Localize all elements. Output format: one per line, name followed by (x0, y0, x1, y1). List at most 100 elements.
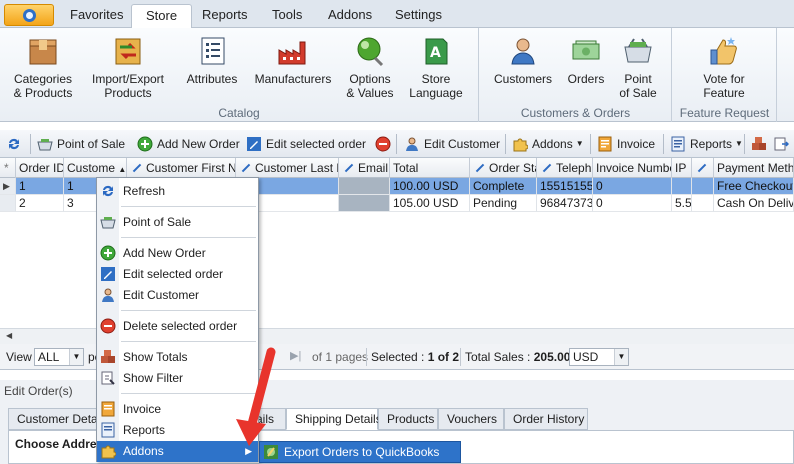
column-telephone[interactable]: Teleph (537, 158, 593, 178)
column-total[interactable]: Total (390, 158, 470, 178)
attributes-list-icon (201, 37, 225, 65)
invoice-toolbar-button[interactable]: Invoice (597, 134, 655, 154)
point-of-sale-toolbar-button[interactable]: Point of Sale (37, 134, 125, 154)
orders-label: Orders (567, 72, 605, 86)
menu-item-point-of-sale[interactable]: Point of Sale (97, 212, 258, 233)
menu-item-label: Show Totals (123, 350, 188, 364)
choose-address-label: Choose Addres (15, 437, 104, 451)
vote-for-feature-label: Vote for Feature (703, 72, 745, 100)
reports-toolbar-dropdown[interactable]: Reports ▼ (670, 134, 743, 154)
menu-item-reports[interactable]: Reports (97, 420, 258, 441)
view-select-value: ALL (38, 350, 60, 364)
grid-header: * Order ID Custome ▲ Customer First Na C… (0, 158, 794, 178)
menu-item-edit-customer[interactable]: Edit Customer (97, 285, 258, 306)
column-invoice-number[interactable]: Invoice Number (593, 158, 672, 178)
column-order-status[interactable]: Order Sta (470, 158, 537, 178)
menu-item-invoice[interactable]: Invoice (97, 399, 258, 420)
basket-icon (37, 139, 53, 151)
column-customer-id[interactable]: Custome ▲ (64, 158, 127, 178)
attributes-button[interactable]: Attributes (180, 34, 244, 86)
submenu-arrow-icon: ▶ (245, 446, 252, 456)
delete-icon (375, 136, 391, 152)
feature-request-group-label: Feature Request (679, 106, 770, 120)
menu-item-show-totals[interactable]: Show Totals (97, 347, 258, 368)
store-language-button[interactable]: A Store Language (404, 34, 468, 100)
categories-products-button[interactable]: Categories & Products (8, 34, 78, 100)
currency-select[interactable]: USD ▼ (569, 348, 629, 366)
import-export-products-button[interactable]: Import/Export Products (84, 34, 172, 100)
app-menu-button[interactable] (4, 4, 54, 26)
column-customer-first-name[interactable]: Customer First Na (127, 158, 236, 178)
tab-vouchers[interactable]: Vouchers (438, 408, 504, 430)
export-icon (774, 137, 789, 151)
menu-item-refresh[interactable]: Refresh (97, 181, 258, 202)
tab-order-history[interactable]: Order History (504, 408, 588, 430)
chevron-down-icon: ▼ (735, 139, 743, 148)
column-order-id[interactable]: Order ID (16, 158, 64, 178)
store-language-label: Store Language (409, 72, 463, 100)
tab-customer-details[interactable]: Customer Detail (8, 408, 103, 430)
menu-item-add-new-order[interactable]: Add New Order (97, 243, 258, 264)
menu-item-edit-selected-order[interactable]: Edit selected order (97, 264, 258, 285)
edit-customer-toolbar-button[interactable]: Edit Customer (404, 134, 500, 154)
menu-separator (121, 237, 256, 238)
edit-selected-order-toolbar-button[interactable]: Edit selected order (246, 134, 366, 154)
cell-invoice-number: 0 (593, 178, 672, 195)
add-new-order-toolbar-button[interactable]: Add New Order (137, 134, 240, 154)
boxes-toolbar-button[interactable] (751, 134, 771, 154)
green-orb-icon (357, 37, 384, 67)
addons-toolbar-dropdown[interactable]: Addons ▼ (512, 134, 584, 154)
view-select[interactable]: ALL ▼ (34, 348, 84, 366)
cell-total: 100.00 USD (390, 178, 470, 195)
vote-for-feature-button[interactable]: Vote for Feature (689, 34, 759, 100)
invoice-icon (598, 136, 612, 152)
menu-item-show-filter[interactable]: Show Filter (97, 368, 258, 389)
cell-order-status: Complete (470, 178, 537, 195)
manufacturers-label: Manufacturers (254, 72, 332, 86)
delete-toolbar-button[interactable] (375, 134, 395, 154)
tab-favorites[interactable]: Favorites (56, 4, 137, 28)
scroll-left-icon[interactable]: ◀ (6, 331, 12, 340)
column-customer-last-name[interactable]: Customer Last Na (236, 158, 339, 178)
menu-item-addons[interactable]: Addons ▶ (97, 441, 258, 462)
menu-item-delete-selected-order[interactable]: Delete selected order (97, 316, 258, 337)
cell-payment-method: Cash On Deliver (714, 195, 794, 212)
options-values-button[interactable]: Options & Values (340, 34, 400, 100)
tab-products[interactable]: Products (378, 408, 438, 430)
cell-ip: 5.5 (672, 195, 692, 212)
column-edit[interactable] (692, 158, 714, 178)
cell-telephone: 15515155 (537, 178, 593, 195)
point-of-sale-ribbon-button[interactable]: Point of Sale (614, 34, 662, 100)
row-indicator (0, 195, 16, 212)
column-email[interactable]: Email (339, 158, 390, 178)
refresh-icon (103, 185, 113, 197)
menu-item-label: Delete selected order (123, 319, 238, 333)
tab-addons[interactable]: Addons (314, 4, 386, 28)
manufacturers-button[interactable]: Manufacturers (250, 34, 336, 86)
column-payment-method[interactable]: Payment Metho (714, 158, 794, 178)
customers-label: Customers (493, 72, 552, 86)
refresh-toolbar-button[interactable] (6, 134, 26, 154)
tab-store[interactable]: Store (131, 4, 193, 29)
menu-item-label: Addons (123, 444, 164, 458)
orders-button[interactable]: Orders (562, 34, 610, 86)
tab-shipping-details[interactable]: Shipping Details (286, 408, 382, 430)
tab-settings[interactable]: Settings (381, 4, 456, 28)
invoice-icon (101, 401, 115, 417)
menu-item-label: Show Filter (123, 371, 184, 385)
boxes-icon (752, 137, 766, 150)
menu-item-export-orders-to-quickbooks[interactable]: Export Orders to QuickBooks (284, 442, 439, 462)
next-page-icon[interactable]: ▶| (290, 349, 301, 362)
customers-button[interactable]: Customers (490, 34, 556, 86)
ribbon-group-catalog: Categories & Products Import/Export Prod… (0, 28, 479, 122)
totals-boxes-icon (101, 350, 115, 363)
svg-text:A: A (430, 45, 441, 61)
column-ip[interactable]: IP (672, 158, 692, 178)
export-toolbar-button[interactable] (773, 134, 793, 154)
tab-tools[interactable]: Tools (258, 4, 316, 28)
import-export-products-label: Import/Export Products (91, 72, 165, 100)
toolbar-separator (30, 134, 31, 154)
edit-pencil-icon (247, 137, 261, 151)
tab-reports[interactable]: Reports (188, 4, 262, 28)
shopping-basket-icon (624, 38, 652, 63)
